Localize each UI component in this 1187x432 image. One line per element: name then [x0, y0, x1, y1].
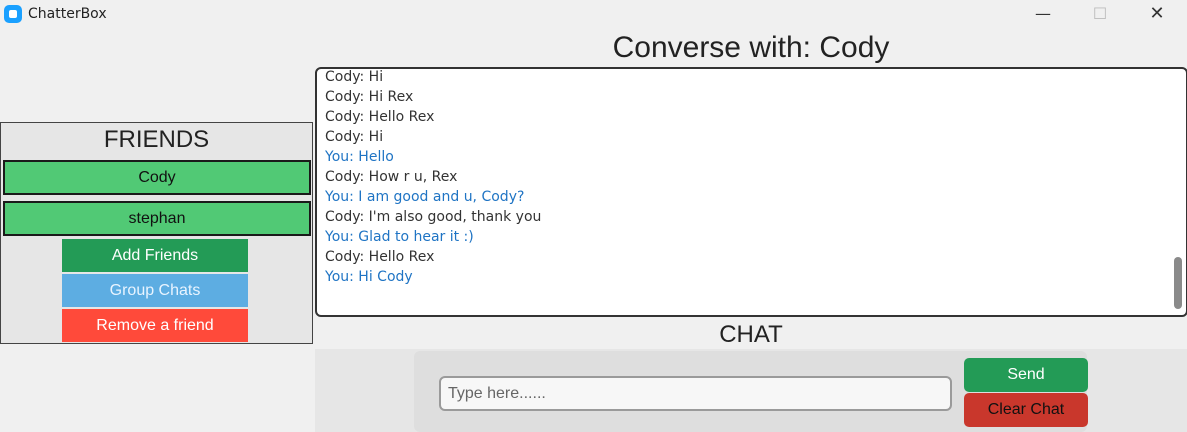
message-input[interactable] [439, 376, 952, 411]
message-friend: Cody: I'm also good, thank you [325, 209, 542, 225]
chat-log[interactable]: Cody: Hi Cody: Hi Rex Cody: Hello Rex Cody:… [315, 67, 1187, 317]
friend-item-stephan[interactable]: stephan [3, 201, 311, 236]
clear-chat-button[interactable]: Clear Chat [964, 393, 1088, 427]
message-you: You: Hi Cody [325, 269, 413, 285]
title-bar: ChatterBox — ☐ ✕ [0, 0, 1187, 30]
message-you: You: Hello [325, 149, 394, 165]
group-chats-button[interactable]: Group Chats [62, 274, 248, 307]
close-button[interactable]: ✕ [1134, 0, 1180, 30]
friends-title: FRIENDS [101, 123, 212, 156]
message-friend: Cody: Hello Rex [325, 249, 435, 265]
message-list: Cody: Hi Cody: Hi Rex Cody: Hello Rex Cody:… [325, 69, 542, 287]
message-friend: Cody: Hi Rex [325, 89, 414, 105]
add-friends-button[interactable]: Add Friends [62, 239, 248, 272]
message-you: You: I am good and u, Cody? [325, 189, 525, 205]
message-friend: Cody: Hi [325, 69, 384, 85]
friend-item-cody[interactable]: Cody [3, 160, 311, 195]
message-friend: Cody: How r u, Rex [325, 169, 458, 185]
message-friend: Cody: Hello Rex [325, 109, 435, 125]
app-icon [4, 5, 22, 23]
scrollbar-thumb[interactable] [1174, 257, 1182, 309]
message-friend: Cody: Hi [325, 129, 384, 145]
send-button[interactable]: Send [964, 358, 1088, 392]
message-you: You: Glad to hear it :) [325, 229, 474, 245]
conversation-title: Converse with: Cody [612, 31, 890, 64]
remove-friend-button[interactable]: Remove a friend [62, 309, 248, 342]
minimize-button[interactable]: — [1020, 0, 1066, 30]
window-title: ChatterBox [28, 6, 107, 22]
maximize-button[interactable]: ☐ [1077, 0, 1123, 30]
friends-panel: FRIENDS Cody stephan Add Friends Group C… [0, 122, 313, 344]
chat-label: CHAT [719, 321, 783, 348]
